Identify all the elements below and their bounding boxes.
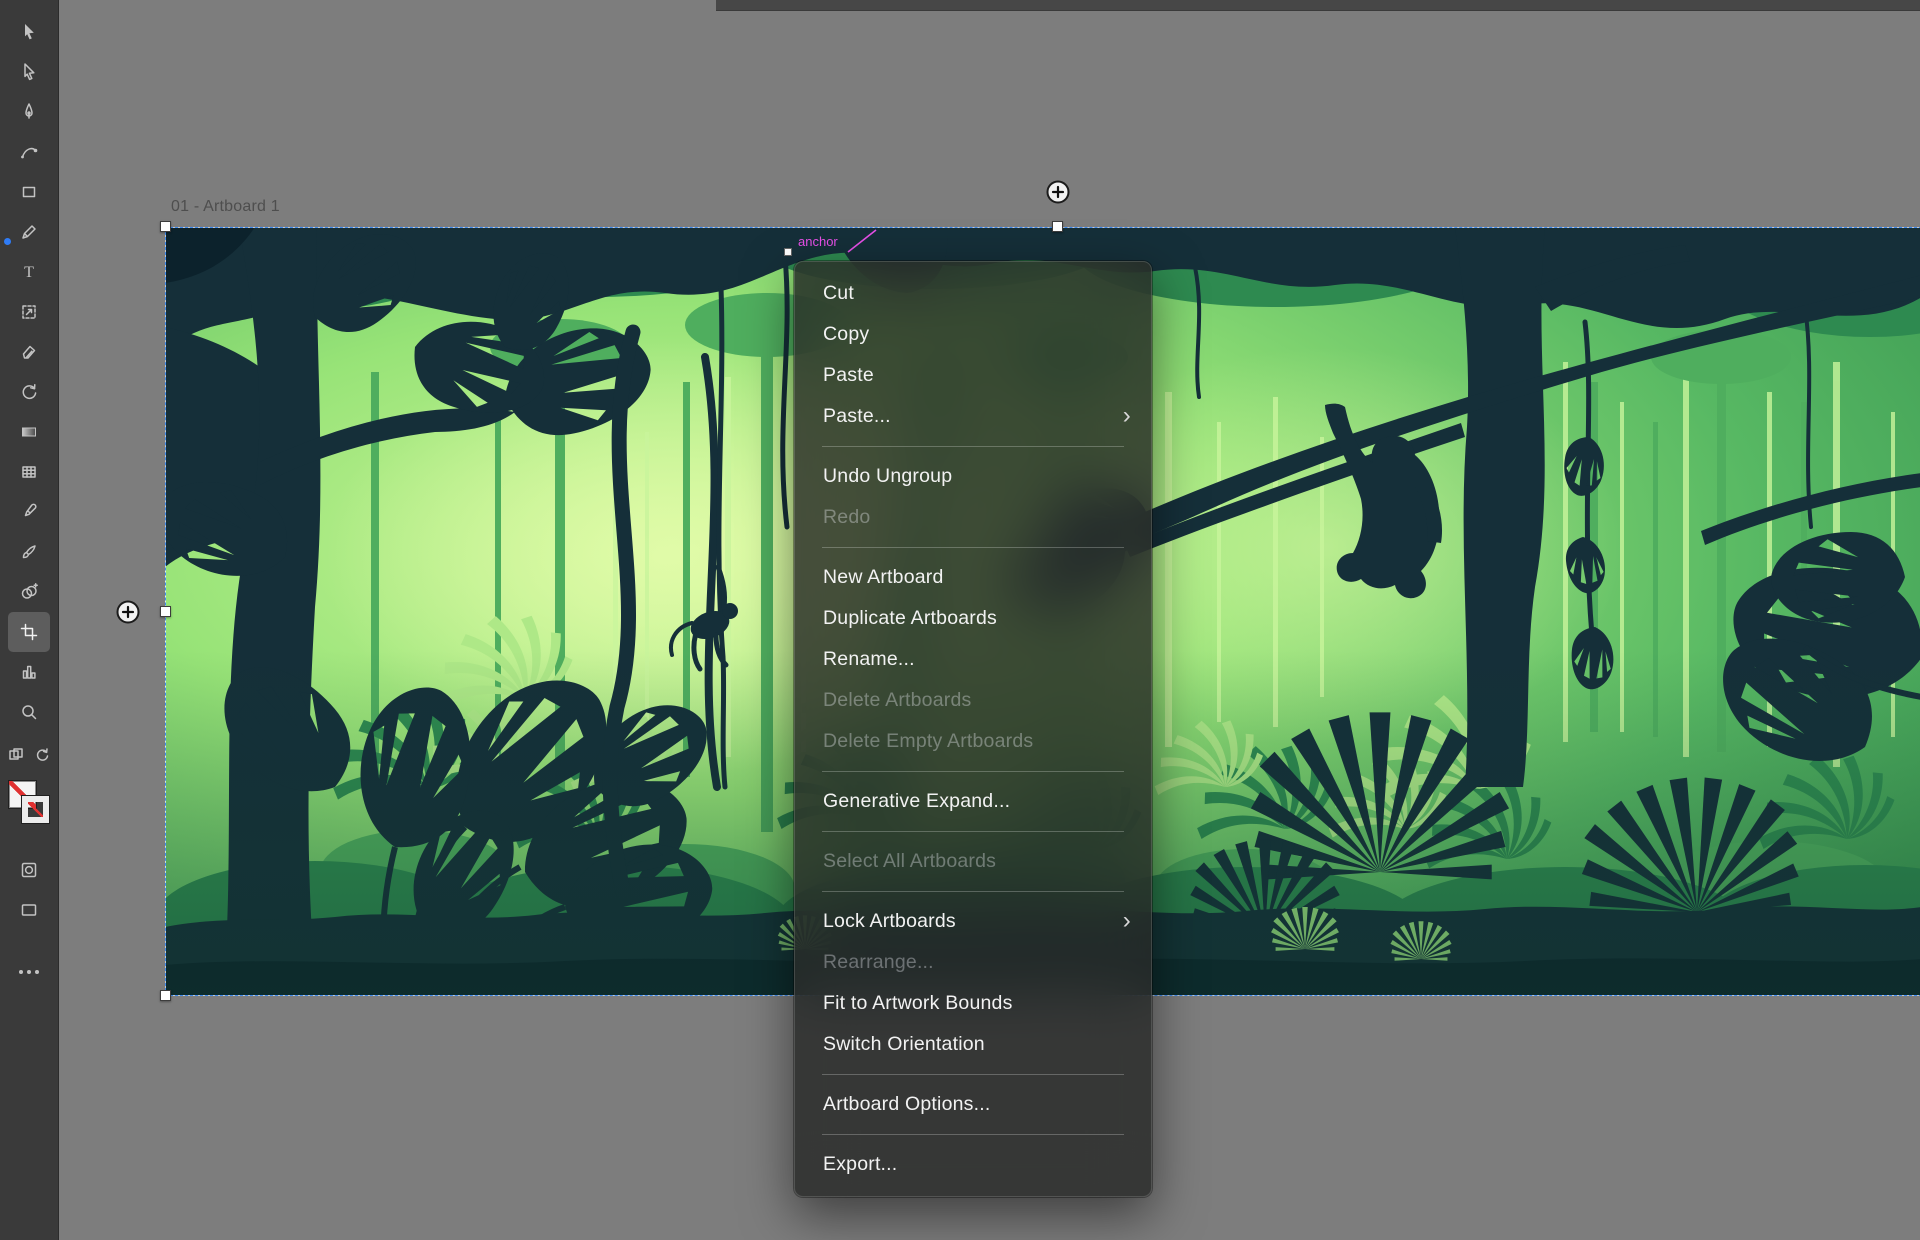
menu-item-rearrange: Rearrange... bbox=[795, 942, 1151, 983]
curvature-tool-icon bbox=[19, 142, 39, 162]
context-menu: Cut Copy Paste Paste...› Undo Ungroup Re… bbox=[794, 261, 1152, 1197]
menu-item-delete-empty-artboards: Delete Empty Artboards bbox=[795, 721, 1151, 762]
rotate-view-icon[interactable] bbox=[33, 746, 51, 764]
toolbar: T bbox=[0, 0, 59, 1240]
active-tool-indicator-dot bbox=[4, 238, 11, 245]
menu-separator bbox=[822, 831, 1124, 832]
stroke-swatch-none[interactable] bbox=[22, 796, 49, 823]
menu-item-switch-orientation[interactable]: Switch Orientation bbox=[795, 1024, 1151, 1065]
menu-item-generative-expand[interactable]: Generative Expand... bbox=[795, 781, 1151, 822]
tool-free-transform[interactable] bbox=[8, 292, 50, 332]
gradient-tool-icon bbox=[19, 422, 39, 442]
artboard-label[interactable]: 01 - Artboard 1 bbox=[171, 198, 280, 216]
tool-selection[interactable] bbox=[8, 12, 50, 52]
menu-item-copy[interactable]: Copy bbox=[795, 314, 1151, 355]
menu-item-lock-artboards[interactable]: Lock Artboards› bbox=[795, 901, 1151, 942]
tool-zoom[interactable] bbox=[8, 692, 50, 732]
menu-item-rename[interactable]: Rename... bbox=[795, 639, 1151, 680]
menu-item-redo: Redo bbox=[795, 497, 1151, 538]
selection-tool-icon bbox=[19, 22, 39, 42]
tool-rectangle[interactable] bbox=[8, 172, 50, 212]
graph-tool-icon bbox=[19, 662, 39, 682]
screen-mode-button[interactable] bbox=[8, 890, 50, 930]
tool-eyedropper[interactable] bbox=[8, 492, 50, 532]
submenu-arrow-icon: › bbox=[1123, 404, 1131, 428]
menu-item-new-artboard[interactable]: New Artboard bbox=[795, 557, 1151, 598]
menu-item-undo-ungroup[interactable]: Undo Ungroup bbox=[795, 456, 1151, 497]
eraser-tool-icon bbox=[19, 342, 39, 362]
free-transform-tool-icon bbox=[19, 302, 39, 322]
tool-gradient[interactable] bbox=[8, 412, 50, 452]
menu-item-duplicate-artboards[interactable]: Duplicate Artboards bbox=[795, 598, 1151, 639]
tool-graph[interactable] bbox=[8, 652, 50, 692]
menu-item-paste[interactable]: Paste bbox=[795, 355, 1151, 396]
menu-separator bbox=[822, 1134, 1124, 1135]
tool-direct-selection[interactable] bbox=[8, 52, 50, 92]
anchor-point-handle[interactable] bbox=[784, 248, 792, 256]
menu-separator bbox=[822, 446, 1124, 447]
menu-separator bbox=[822, 891, 1124, 892]
tool-artboard[interactable] bbox=[8, 612, 50, 652]
toolbar-mini-row bbox=[7, 746, 51, 764]
menu-item-select-all-artboards: Select All Artboards bbox=[795, 841, 1151, 882]
draw-normal-icon bbox=[19, 860, 39, 880]
anchor-label: anchor bbox=[798, 234, 838, 249]
zoom-tool-icon bbox=[19, 702, 39, 722]
menu-separator bbox=[822, 547, 1124, 548]
eyedropper-tool-icon bbox=[19, 502, 39, 522]
menu-item-paste-special[interactable]: Paste...› bbox=[795, 396, 1151, 437]
tool-curvature[interactable] bbox=[8, 132, 50, 172]
change-view-icon[interactable] bbox=[7, 746, 25, 764]
screen-mode-icon bbox=[19, 900, 39, 920]
tool-rotate[interactable] bbox=[8, 372, 50, 412]
tool-shape-builder[interactable] bbox=[8, 572, 50, 612]
plus-circle-icon bbox=[115, 599, 141, 625]
tool-mesh[interactable] bbox=[8, 452, 50, 492]
rotate-tool-icon bbox=[19, 382, 39, 402]
path-segment-guide bbox=[844, 226, 880, 256]
paintbrush-tool-icon bbox=[19, 542, 39, 562]
menu-item-cut[interactable]: Cut bbox=[795, 273, 1151, 314]
tool-pen[interactable] bbox=[8, 92, 50, 132]
menu-separator bbox=[822, 771, 1124, 772]
tool-eraser[interactable] bbox=[8, 332, 50, 372]
handle-mid-left[interactable] bbox=[160, 606, 171, 617]
shape-builder-tool-icon bbox=[19, 582, 39, 602]
handle-bottom-left[interactable] bbox=[160, 990, 171, 1001]
pen-tool-icon bbox=[19, 102, 39, 122]
window-top-strip bbox=[716, 0, 1920, 11]
artboard-tool-icon bbox=[19, 622, 39, 642]
menu-separator bbox=[822, 1074, 1124, 1075]
handle-top-left[interactable] bbox=[160, 221, 171, 232]
more-tools-button[interactable] bbox=[19, 970, 39, 974]
rectangle-tool-icon bbox=[19, 182, 39, 202]
menu-item-delete-artboards: Delete Artboards bbox=[795, 680, 1151, 721]
type-tool-icon: T bbox=[19, 262, 39, 282]
add-artboard-button-left[interactable] bbox=[115, 599, 141, 625]
fill-stroke-swatches bbox=[6, 780, 52, 832]
add-artboard-button-top[interactable] bbox=[1045, 179, 1071, 205]
tool-paintbrush[interactable] bbox=[8, 532, 50, 572]
plus-circle-icon bbox=[1045, 179, 1071, 205]
mesh-tool-icon bbox=[19, 462, 39, 482]
svg-text:T: T bbox=[24, 264, 34, 281]
menu-item-artboard-options[interactable]: Artboard Options... bbox=[795, 1084, 1151, 1125]
menu-item-export[interactable]: Export... bbox=[795, 1144, 1151, 1185]
handle-top-mid[interactable] bbox=[1052, 221, 1063, 232]
menu-item-fit-to-artwork-bounds[interactable]: Fit to Artwork Bounds bbox=[795, 983, 1151, 1024]
tool-pencil[interactable] bbox=[8, 212, 50, 252]
draw-mode-button[interactable] bbox=[8, 850, 50, 890]
tool-type[interactable]: T bbox=[8, 252, 50, 292]
pencil-tool-icon bbox=[19, 222, 39, 242]
direct-selection-tool-icon bbox=[19, 62, 39, 82]
submenu-arrow-icon: › bbox=[1123, 909, 1131, 933]
